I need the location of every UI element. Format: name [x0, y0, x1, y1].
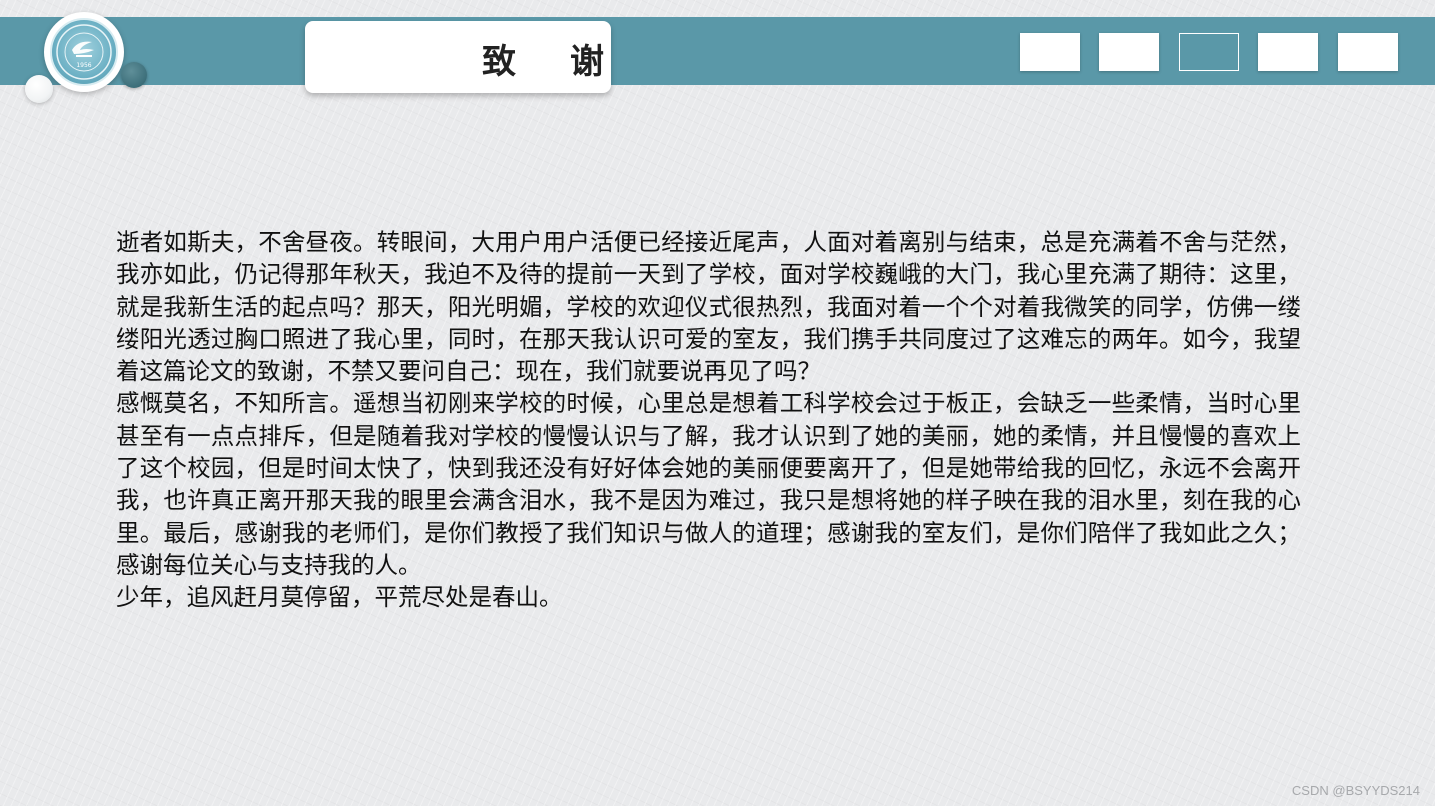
decorative-dot-dark — [121, 62, 147, 88]
logo-year: 1956 — [76, 62, 91, 69]
emblem-graphic: 1956 — [56, 24, 112, 80]
university-emblem-icon: 1956 — [50, 18, 118, 86]
page-title: 致谢 — [482, 42, 658, 82]
watermark: CSDN @BSYYDS214 — [1291, 783, 1420, 798]
paragraph-3: 少年，追风赶月莫停留，平荒尽处是春山。 — [116, 583, 563, 612]
decorative-dot-light — [25, 75, 53, 103]
nav-button-2[interactable] — [1099, 33, 1159, 71]
acknowledgement-body: 逝者如斯夫，不舍昼夜。转眼间，大用户用户活便已经接近尾声，人面对着离别与结束，总… — [116, 226, 1301, 614]
nav-button-1[interactable] — [1020, 33, 1080, 71]
nav-button-5[interactable] — [1338, 33, 1398, 71]
nav-button-4[interactable] — [1258, 33, 1318, 71]
university-logo: 1956 — [44, 12, 124, 92]
slide: 1956 致谢 逝者如斯夫，不舍昼夜。转眼间，大用户用户活便已经接近尾声，人面对… — [0, 0, 1435, 806]
paragraph-1: 逝者如斯夫，不舍昼夜。转眼间，大用户用户活便已经接近尾声，人面对着离别与结束，总… — [116, 228, 1301, 386]
nav-button-3-active[interactable] — [1179, 33, 1239, 71]
paragraph-2: 感慨莫名，不知所言。遥想当初刚来学校的时候，心里总是想着工科学校会过于板正，会缺… — [116, 389, 1301, 579]
